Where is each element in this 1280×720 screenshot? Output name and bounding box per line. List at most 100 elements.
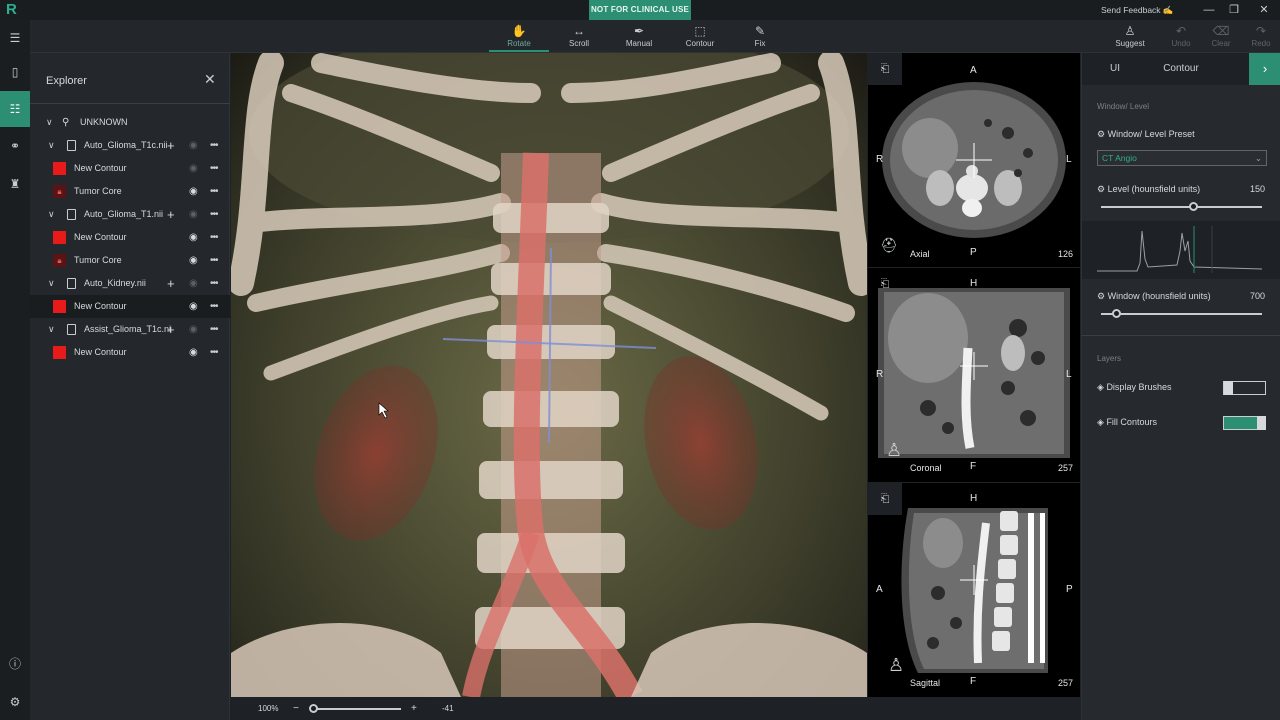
tab-contour[interactable]: Contour [1148,53,1214,85]
chevron-down-icon[interactable]: ∨ [46,111,53,134]
settings-gear-icon[interactable]: ⚙ [0,684,30,720]
tree-contour[interactable]: New Contour ◉ ••• [30,226,230,249]
more-icon[interactable]: ••• [210,295,218,318]
tool-contour[interactable]: ⬚ Contour [670,22,730,52]
zoom-in-button[interactable]: + [411,697,417,720]
tool-rotate[interactable]: ✋ Rotate [489,22,549,52]
contour-color-swatch[interactable] [53,162,66,175]
eye-icon[interactable]: ◉ [189,203,198,226]
volume-render-view[interactable] [231,53,867,697]
tree-root[interactable]: ∨ ⚲ UNKNOWN [30,111,230,134]
explorer-panel: Explorer ✕ ∨ ⚲ UNKNOWN ∨ Auto_Glioma_T1c.… [30,53,230,720]
more-icon[interactable]: ••• [210,157,218,180]
more-icon[interactable]: ••• [210,180,218,203]
more-icon[interactable]: ••• [210,318,218,341]
tab-ui[interactable]: UI [1082,53,1148,85]
add-icon[interactable]: + [167,134,175,157]
tree-file[interactable]: ∨ Auto_Kidney.nii + ◉ ••• [30,272,230,295]
fill-contours-toggle[interactable] [1223,416,1266,430]
contour-color-swatch[interactable] [53,346,66,359]
level-slider[interactable] [1101,206,1262,208]
send-feedback-link[interactable]: Send Feedback ✍ [1101,0,1174,20]
chevron-down-icon[interactable]: ∨ [48,203,55,226]
fill-contours-label: ◈ Fill Contours [1097,417,1157,428]
book-icon[interactable]: ▯ [0,54,30,90]
tool-redo[interactable]: ↷ Redo [1231,22,1280,52]
window-slider-thumb[interactable] [1112,309,1122,318]
more-icon[interactable]: ••• [210,203,218,226]
eye-icon[interactable]: ◉ [189,295,198,318]
tree-contour[interactable]: New Contour ◉ ••• [30,341,230,364]
add-icon[interactable]: + [167,203,175,226]
reset-view-icon[interactable]: ⎗ [868,483,902,515]
contour-color-swatch[interactable] [53,300,66,313]
more-icon[interactable]: ••• [210,134,218,157]
eye-icon[interactable]: ◉ [189,157,198,180]
minimize-icon[interactable]: — [1198,0,1220,20]
layers-icon: ◈ [1097,417,1104,427]
eye-icon[interactable]: ◉ [189,134,198,157]
tree-file-label: Auto_Glioma_T1c.nii [84,140,168,150]
fill-contours-text: Fill Contours [1106,417,1157,427]
zoom-slider[interactable] [311,708,401,710]
list-icon[interactable]: ☷ [0,91,30,127]
chevron-down-icon[interactable]: ∨ [48,134,55,157]
info-icon[interactable]: ⓘ [0,646,30,682]
chevron-down-icon[interactable]: ∨ [48,318,55,341]
tree-item-label: New Contour [74,163,127,173]
eye-icon[interactable]: ◉ [189,249,198,272]
more-icon[interactable]: ••• [210,226,218,249]
more-icon[interactable]: ••• [210,341,218,364]
menu-icon[interactable]: ☰ [0,20,30,56]
eye-icon[interactable]: ◉ [189,341,198,364]
tool-manual[interactable]: ✒ Manual [609,22,669,52]
preset-select[interactable]: CT Angio ⌄ [1097,150,1267,166]
tree-file[interactable]: ∨ Auto_Glioma_T1.nii + ◉ ••• [30,203,230,226]
tree-file-label: Assist_Glioma_T1c.ni [84,324,172,334]
reset-view-icon[interactable]: ⎗ [868,268,902,300]
chevron-right-icon[interactable]: › [1249,53,1280,85]
contour-color-swatch[interactable] [53,231,66,244]
coronal-view[interactable]: ⎗ H F R L ♙ Coronal 257 [868,268,1080,482]
tree-root-label: UNKNOWN [80,117,128,127]
display-brushes-toggle[interactable] [1223,381,1266,395]
eye-icon[interactable]: ◉ [189,318,198,341]
restore-icon[interactable]: ❐ [1223,0,1245,20]
level-slider-thumb[interactable] [1189,202,1199,211]
orient-right: P [1066,584,1073,595]
add-icon[interactable]: + [167,272,175,295]
reset-view-icon[interactable]: ⎗ [868,53,902,85]
more-icon[interactable]: ••• [210,249,218,272]
more-icon[interactable]: ••• [210,272,218,295]
tree-locked-item[interactable]: 🔒︎ Tumor Core ◉ ••• [30,180,230,203]
chevron-down-icon[interactable]: ∨ [48,272,55,295]
eye-icon[interactable]: ◉ [189,272,198,295]
orient-left: R [876,154,884,165]
axial-view[interactable]: ⎗ A P R L ⛑ Axial 126 [868,53,1080,267]
eye-icon[interactable]: ◉ [189,180,198,203]
eye-icon[interactable]: ◉ [189,226,198,249]
tree-locked-item[interactable]: 🔒︎ Tumor Core ◉ ••• [30,249,230,272]
zoom-out-button[interactable]: − [293,697,299,720]
preset-label-text: Window/ Level Preset [1107,129,1195,139]
sagittal-view[interactable]: ⎗ H F A P ♙ Sagittal 257 [868,483,1080,697]
lock-icon: 🔒︎ [53,185,66,198]
tree-contour[interactable]: New Contour ◉ ••• [30,157,230,180]
zoom-slider-thumb[interactable] [309,704,318,713]
gear-icon: ⚙ [1097,291,1106,301]
tool-fix[interactable]: ✎ Fix [730,22,790,52]
person-icon[interactable]: ♜ [0,166,30,202]
tree-contour[interactable]: New Contour ◉ ••• [30,295,230,318]
add-icon[interactable]: + [167,318,175,341]
orient-right: L [1066,154,1072,165]
tree-item-label: New Contour [74,347,127,357]
tool-scroll[interactable]: ↔ Scroll [549,22,609,52]
link-icon[interactable]: ⚭ [0,128,30,164]
tree-file[interactable]: ∨ Assist_Glioma_T1c.ni + ◉ ••• [30,318,230,341]
window-slider[interactable] [1101,313,1262,315]
tree-file[interactable]: ∨ Auto_Glioma_T1c.nii + ◉ ••• [30,134,230,157]
tool-fix-label: Fix [754,39,766,48]
window-value: 700 [1249,291,1265,301]
close-window-icon[interactable]: ✕ [1253,0,1275,20]
close-icon[interactable]: ✕ [204,71,216,88]
